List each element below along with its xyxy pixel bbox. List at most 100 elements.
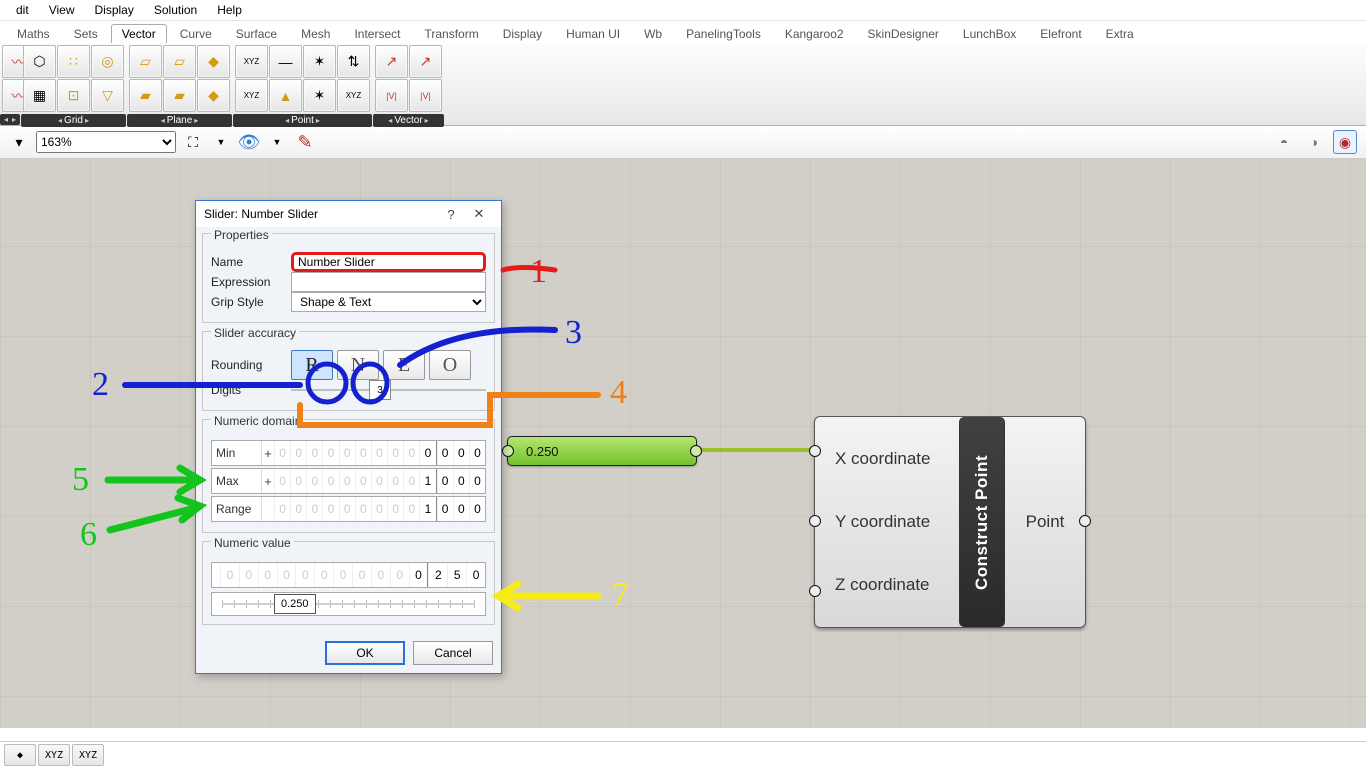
tab-extra[interactable]: Extra (1095, 24, 1145, 43)
tab-surface[interactable]: Surface (225, 24, 288, 43)
menu-help[interactable]: Help (207, 1, 252, 19)
point-decon-icon[interactable]: XYZ (235, 79, 268, 112)
output-point[interactable]: Point (1026, 512, 1065, 532)
rounding-n[interactable]: N (337, 350, 379, 380)
port-y[interactable] (809, 515, 821, 527)
tab-sets[interactable]: Sets (63, 24, 109, 43)
shade-icon-1[interactable]: ◓ (1273, 131, 1295, 153)
expression-input[interactable] (291, 272, 486, 292)
numeric-value-handle[interactable]: 0.250 (274, 594, 316, 614)
tab-transform[interactable]: Transform (413, 24, 489, 43)
cancel-button[interactable]: Cancel (413, 641, 493, 665)
tab-vector[interactable]: Vector (111, 24, 167, 43)
point-dist-icon[interactable]: XYZ (337, 79, 370, 112)
grip-style-select[interactable]: Shape & Text (291, 292, 486, 312)
menu-view[interactable]: View (39, 1, 85, 19)
tab-lunchbox[interactable]: LunchBox (952, 24, 1027, 43)
port-z[interactable] (809, 585, 821, 597)
slider-properties-dialog[interactable]: Slider: Number Slider ? ✕ Properties Nam… (195, 200, 502, 674)
rounding-e[interactable]: E (383, 350, 425, 380)
port-x[interactable] (809, 445, 821, 457)
point-slider-icon[interactable]: — (269, 45, 302, 78)
point-construct-icon[interactable]: XYZ (235, 45, 268, 78)
ribbon: 〰〰 ◂▸ ⬡ ∷ ◎ ▦ ⊡ ▽ ◂Grid▸ ▱ ▱ ◆ ▰ ▰ ◆ ◂Pl… (0, 43, 1366, 126)
input-x[interactable]: X coordinate (835, 445, 949, 473)
domain-range[interactable]: Range 0000000001000 (211, 496, 486, 522)
shade-icon-2[interactable]: ◑ (1303, 131, 1325, 153)
name-input[interactable] (291, 252, 486, 272)
status-icon-2[interactable]: XYZ (38, 744, 70, 766)
zoom-select[interactable]: 163% (36, 131, 176, 153)
point-sort-icon[interactable]: ⇅ (337, 45, 370, 78)
tab-maths[interactable]: Maths (6, 24, 61, 43)
domain-max[interactable]: Max + 0000000001000 (211, 468, 486, 494)
tab-elefront[interactable]: Elefront (1029, 24, 1092, 43)
input-z[interactable]: Z coordinate (835, 571, 949, 599)
rounding-o[interactable]: O (429, 350, 471, 380)
tab-kangaroo2[interactable]: Kangaroo2 (774, 24, 855, 43)
plane-yz-icon[interactable]: ◆ (197, 45, 230, 78)
vector-length-icon[interactable]: ↗ (409, 45, 442, 78)
numeric-value-slider[interactable]: 0.250 (211, 592, 486, 616)
preview-dropdown-icon[interactable]: ▼ (266, 131, 288, 153)
grid-sq-icon[interactable]: ⊡ (57, 79, 90, 112)
component-tabs: Maths Sets Vector Curve Surface Mesh Int… (0, 21, 1366, 43)
tab-skindesigner[interactable]: SkinDesigner (857, 24, 950, 43)
grid-rect-icon[interactable]: ▦ (23, 79, 56, 112)
port-out[interactable] (1079, 515, 1091, 527)
number-slider-component[interactable]: 0.250 (507, 436, 697, 466)
tab-display[interactable]: Display (492, 24, 553, 43)
vector-x-icon[interactable]: ↗ (375, 45, 408, 78)
plane-xz-icon[interactable]: ▱ (163, 45, 196, 78)
component-inputs: X coordinate Y coordinate Z coordinate (815, 417, 959, 627)
ok-button[interactable]: OK (325, 641, 405, 665)
dialog-close-button[interactable]: ✕ (465, 206, 493, 222)
tab-humanui[interactable]: Human UI (555, 24, 631, 43)
zoom-extents-icon[interactable]: ⛶ (182, 131, 204, 153)
digits-handle[interactable]: 3 (369, 380, 391, 400)
slider-output-grip[interactable] (690, 445, 702, 457)
component-name-strip: Construct Point (959, 417, 1005, 627)
menu-solution[interactable]: Solution (144, 1, 207, 19)
rounding-r[interactable]: R (291, 350, 333, 380)
grid-hex-icon[interactable]: ⬡ (23, 45, 56, 78)
point-closest-icon[interactable]: ✶ (303, 45, 336, 78)
slider-input-grip[interactable] (502, 445, 514, 457)
digits-label: Digits (211, 383, 291, 397)
dialog-titlebar[interactable]: Slider: Number Slider ? ✕ (196, 201, 501, 227)
grid-dots-icon[interactable]: ∷ (57, 45, 90, 78)
point-cull-icon[interactable]: ✶ (303, 79, 336, 112)
panel-plane: ◂Plane▸ (127, 114, 232, 127)
menu-display[interactable]: Display (84, 1, 143, 19)
grid-tri-icon[interactable]: ▽ (91, 79, 124, 112)
panel-vector: ◂Vector▸ (373, 114, 444, 127)
component-outputs: Point (1005, 417, 1085, 627)
plane-c-icon[interactable]: ▰ (129, 79, 162, 112)
point-base-icon[interactable]: ▲ (269, 79, 302, 112)
vector-xyz-icon[interactable]: |V| (409, 79, 442, 112)
toolbar-dropdown-icon[interactable]: ▾ (8, 131, 30, 153)
plane-fit-icon[interactable]: ▰ (163, 79, 196, 112)
status-icon-1[interactable]: ◆ (4, 744, 36, 766)
dialog-help-button[interactable]: ? (437, 207, 465, 222)
zoom-dropdown-icon[interactable]: ▼ (210, 131, 232, 153)
construct-point-component[interactable]: X coordinate Y coordinate Z coordinate C… (814, 416, 1086, 628)
vector-unit-icon[interactable]: |V| (375, 79, 408, 112)
domain-min[interactable]: Min + 0000000000000 (211, 440, 486, 466)
menu-edit[interactable]: dit (6, 1, 39, 19)
digits-slider[interactable]: 3 (291, 385, 486, 395)
tab-mesh[interactable]: Mesh (290, 24, 341, 43)
plane-decon-icon[interactable]: ◆ (197, 79, 230, 112)
tab-intersect[interactable]: Intersect (343, 24, 411, 43)
status-icon-3[interactable]: XYZ (72, 744, 104, 766)
grid-radial-icon[interactable]: ◎ (91, 45, 124, 78)
tab-wb[interactable]: Wb (633, 24, 673, 43)
tab-panelingtools[interactable]: PanelingTools (675, 24, 772, 43)
plane-xy-icon[interactable]: ▱ (129, 45, 162, 78)
numeric-value-field[interactable]: 00000000000250 (211, 562, 486, 588)
sketch-icon[interactable]: ✎ (294, 131, 316, 153)
input-y[interactable]: Y coordinate (835, 508, 949, 536)
tab-curve[interactable]: Curve (169, 24, 223, 43)
preview-icon[interactable]: 👁 (238, 131, 260, 153)
shade-icon-3[interactable]: ◉ (1333, 130, 1357, 154)
